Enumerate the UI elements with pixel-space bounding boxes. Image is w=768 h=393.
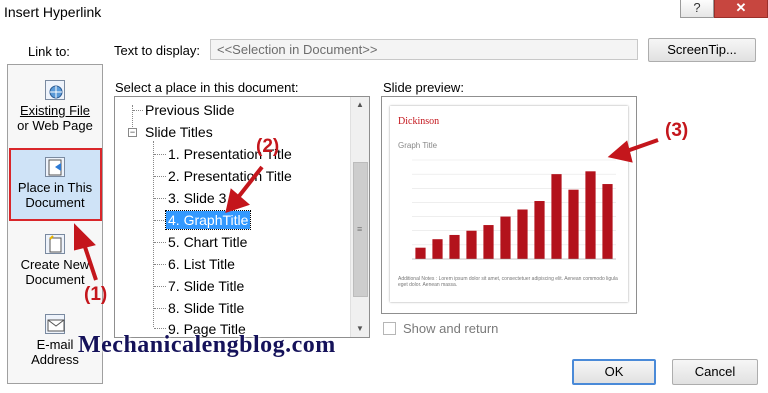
- watermark: Mechanicalengblog.com: [78, 332, 336, 358]
- arrow-1-head: [74, 223, 96, 251]
- arrow-2: [234, 165, 264, 202]
- annotation-3: (3): [665, 120, 689, 141]
- annotation-2: (2): [256, 136, 280, 157]
- arrow-2-head: [225, 188, 250, 214]
- arrow-3-head: [607, 140, 633, 163]
- annotation-1: (1): [84, 284, 108, 305]
